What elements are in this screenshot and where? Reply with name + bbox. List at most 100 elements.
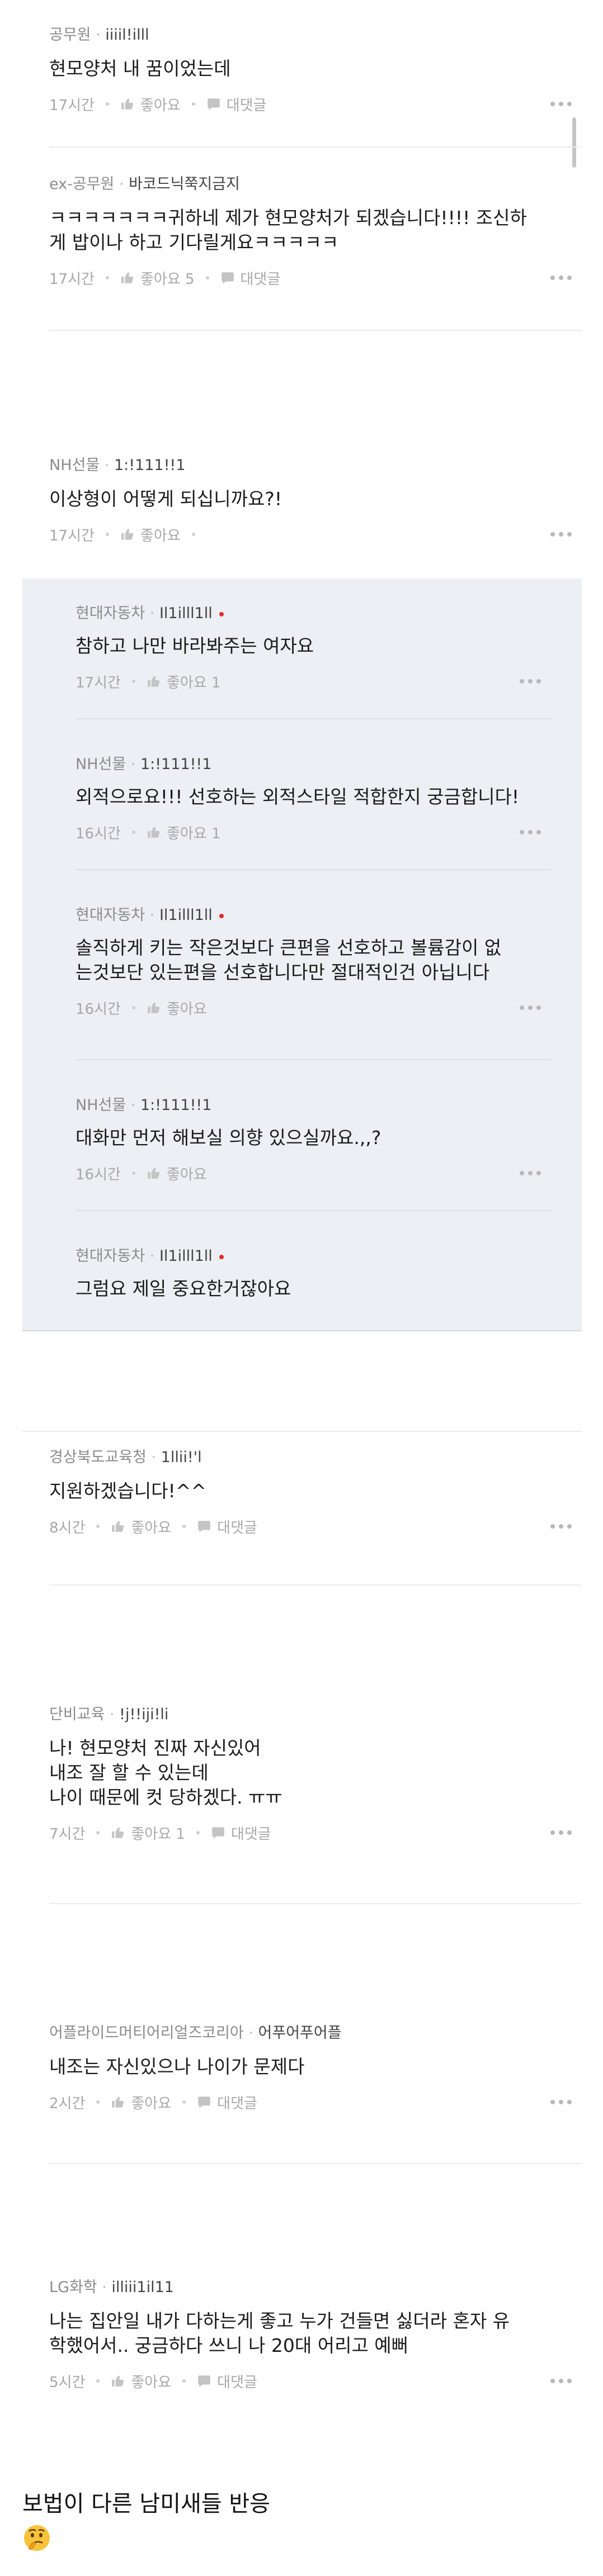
more-options-icon[interactable] [550, 2379, 572, 2383]
caption-text: 보법이 다른 남미새들 반응 [22, 2491, 270, 2517]
like-button[interactable]: 좋아요 [111, 1516, 171, 1537]
author-badge [219, 1254, 224, 1259]
nickname: 1llii!'l [161, 1449, 202, 1466]
more-options-icon[interactable] [520, 830, 541, 834]
more-options-icon[interactable] [550, 1830, 572, 1835]
comment-author: 어플라이드머티어리얼즈코리아 · 어푸어푸어플 [49, 2024, 342, 2042]
like-label: 좋아요 1 [166, 674, 221, 691]
like-label: 좋아요 [140, 97, 181, 114]
company-name: NH선물 [76, 1097, 126, 1114]
speech-bubble-icon [198, 2096, 210, 2108]
speech-bubble-icon [198, 1521, 210, 1533]
reply-button[interactable]: 대댓글 [220, 268, 280, 288]
more-options-icon[interactable] [520, 1005, 541, 1010]
scrollbar[interactable] [572, 117, 576, 168]
like-button[interactable]: 좋아요 [147, 1163, 207, 1184]
comment: 공무원 · iiiil!illl 현모양처 내 꿈이었는데 17시간 좋아요 대… [49, 25, 582, 115]
reply-button[interactable]: 대댓글 [211, 1823, 271, 1843]
comment-actions: 2시간 좋아요 대댓글 [49, 2093, 582, 2112]
reply-button[interactable]: 대댓글 [197, 2371, 257, 2392]
author-badge [219, 611, 224, 616]
reply-actions: 16시간 좋아요 1 [76, 823, 551, 842]
like-button[interactable]: 좋아요 1 [111, 1823, 185, 1843]
timestamp: 8시간 [49, 1519, 86, 1536]
reply-author: NH선물 · 1:!111!!1 [76, 756, 212, 773]
reply-label: 대댓글 [226, 97, 267, 114]
reply-text: 참하고 나만 바라봐주는 여자요 [76, 635, 314, 657]
speech-bubble-icon [221, 272, 234, 284]
divider [49, 146, 582, 148]
comment-actions: 17시간 좋아요 5 대댓글 [49, 268, 582, 288]
comment: 단비교육 · !j!!iji!li 나! 현모양처 진짜 자신있어 내조 잘 할… [49, 1705, 582, 1843]
divider [76, 1210, 551, 1211]
thumbs-up-icon [121, 98, 134, 110]
timestamp: 16시간 [76, 1000, 121, 1018]
comment-text: 나는 집안일 내가 다하는게 좋고 누가 건들면 싫더라 혼자 유 학했어서..… [49, 2310, 510, 2356]
divider [49, 1903, 582, 1904]
more-options-icon[interactable] [520, 679, 541, 684]
like-button[interactable]: 좋아요 1 [147, 822, 221, 843]
reply-actions: 16시간 좋아요 [76, 1164, 551, 1183]
company-name: LG화학 [49, 2279, 97, 2296]
company-name: NH선물 [76, 756, 126, 773]
reply-label: 대댓글 [217, 2095, 257, 2112]
divider [49, 330, 582, 331]
more-options-icon[interactable] [520, 1171, 541, 1175]
like-button[interactable]: 좋아요 5 [120, 268, 195, 288]
timestamp: 17시간 [49, 97, 95, 114]
more-options-icon[interactable] [550, 2100, 572, 2104]
divider [49, 2163, 582, 2164]
reply: 현대자동차 · Il1illl1ll 참하고 나만 바라봐주는 여자요 17시간… [76, 604, 551, 691]
reply: 현대자동차 · Il1illl1ll 그럼요 제일 중요한거잖아요 [76, 1246, 551, 1301]
timestamp: 7시간 [49, 1825, 86, 1843]
speech-bubble-icon [207, 98, 220, 110]
company-name: 현대자동차 [76, 605, 145, 622]
timestamp: 17시간 [76, 674, 121, 691]
company-name: 현대자동차 [76, 907, 145, 924]
reply-author: 현대자동차 · Il1illl1ll [76, 905, 551, 926]
like-button[interactable]: 좋아요 [147, 998, 207, 1018]
nickname: 1:!111!!1 [140, 1097, 212, 1114]
like-button[interactable]: 좋아요 [111, 2092, 171, 2113]
reply-button[interactable]: 대댓글 [206, 94, 267, 115]
comment: 경상북도교육청 · 1llii!'l 지원하겠습니다!^^ 8시간 좋아요 대댓… [49, 1448, 582, 1536]
like-label: 좋아요 [131, 1519, 172, 1536]
company-name: 현대자동차 [76, 1247, 145, 1265]
comment-actions: 17시간 좋아요 [49, 525, 582, 544]
divider [22, 1431, 582, 1432]
like-label: 좋아요 1 [131, 1825, 185, 1843]
like-label: 좋아요 [131, 2374, 172, 2391]
thumbs-up-icon [112, 2096, 124, 2108]
thumbs-up-icon [112, 1521, 124, 1532]
reply-label: 대댓글 [217, 1519, 257, 1536]
timestamp: 16시간 [76, 1166, 121, 1183]
reply-text: 그럼요 제일 중요한거잖아요 [76, 1278, 291, 1299]
comment-actions: 5시간 좋아요 대댓글 [49, 2371, 582, 2392]
reply-author: 현대자동차 · Il1illl1ll [76, 1246, 551, 1266]
company-name: 어플라이드머티어리얼즈코리아 [49, 2024, 244, 2042]
comment-text: 내조는 자신있으나 나이가 문제다 [49, 2056, 305, 2077]
like-button[interactable]: 좋아요 [120, 524, 181, 545]
reply-button[interactable]: 대댓글 [197, 2092, 257, 2113]
like-button[interactable]: 좋아요 1 [147, 671, 221, 692]
more-options-icon[interactable] [550, 276, 572, 280]
divider [76, 718, 551, 719]
comment-text: 지원하겠습니다!^^ [49, 1480, 207, 1502]
company-name: ex-공무원 [49, 175, 115, 193]
reply-text: 외적으로요!!! 선호하는 외적스타일 적합한지 궁금합니다! [76, 786, 520, 808]
like-button[interactable]: 좋아요 [111, 2371, 171, 2392]
timestamp: 17시간 [49, 527, 95, 544]
more-options-icon[interactable] [550, 532, 572, 537]
comment: LG화학 · illiii1il11 나는 집안일 내가 다하는게 좋고 누가 … [49, 2278, 582, 2392]
divider [76, 1059, 551, 1060]
like-label: 좋아요 1 [166, 825, 221, 842]
like-button[interactable]: 좋아요 [120, 94, 181, 115]
reply-button[interactable]: 대댓글 [197, 1516, 257, 1537]
comment-text: 현모양처 내 꿈이었는데 [49, 58, 231, 79]
comment-actions: 8시간 좋아요 대댓글 [49, 1517, 582, 1536]
more-options-icon[interactable] [550, 1524, 572, 1529]
divider [22, 1330, 582, 1331]
more-options-icon[interactable] [550, 102, 572, 106]
reply-text: 솔직하게 키는 작은것보다 큰편을 선호하고 볼륨감이 없 는것보단 있는편을 … [76, 937, 502, 983]
comment-author: NH선물 · 1:!111!!1 [49, 457, 186, 474]
